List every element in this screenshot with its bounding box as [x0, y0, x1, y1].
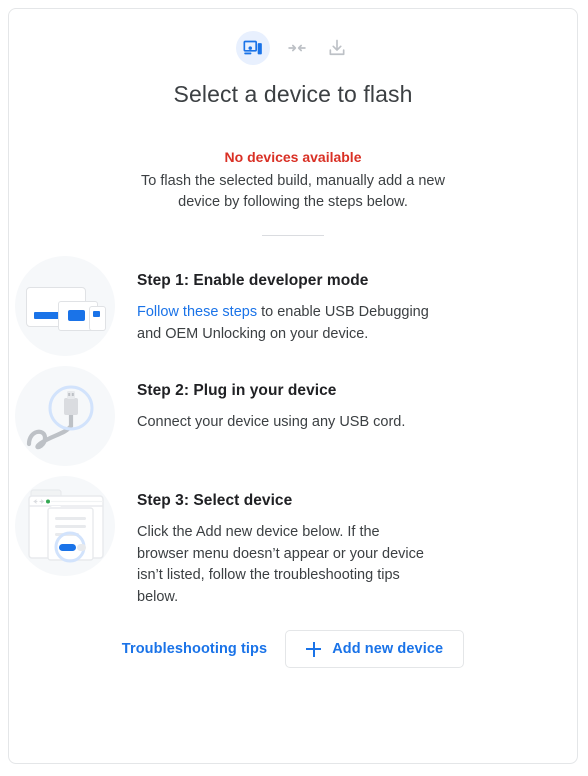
step-text-3: Click the Add new device below. If the b…: [137, 524, 424, 605]
step-body-1: Step 1: Enable developer mode Follow the…: [137, 256, 555, 345]
add-new-device-label: Add new device: [332, 641, 444, 657]
phone-shape: [89, 306, 106, 331]
connect-arrows-icon: [284, 35, 310, 61]
step-title-2: Step 2: Plug in your device: [137, 382, 337, 399]
status-block: No devices available To flash the select…: [9, 147, 577, 213]
step-title-3: Step 3: Select device: [137, 492, 293, 509]
devices-illustration: [15, 256, 115, 356]
step-body-2: Step 2: Plug in your device Connect your…: [137, 366, 555, 434]
card-footer: Troubleshooting tips Add new device: [9, 630, 577, 668]
step-item-2: Step 2: Plug in your device Connect your…: [9, 366, 577, 466]
add-new-device-button[interactable]: Add new device: [285, 630, 465, 668]
status-description: To flash the selected build, manually ad…: [141, 173, 445, 210]
plus-icon: [306, 641, 322, 657]
step-item-3: Step 3: Select device Click the Add new …: [9, 476, 577, 608]
steps-list: Step 1: Enable developer mode Follow the…: [9, 256, 577, 608]
browser-dialog-illustration: [15, 476, 115, 576]
step-text-2: Connect your device using any USB cord.: [137, 414, 406, 430]
step-item-1: Step 1: Enable developer mode Follow the…: [9, 256, 577, 356]
troubleshooting-tips-link[interactable]: Troubleshooting tips: [122, 641, 267, 657]
flash-device-card: Select a device to flash No devices avai…: [8, 8, 578, 764]
devices-icon: [236, 31, 270, 65]
section-divider: [262, 235, 324, 236]
usb-cable-illustration: [15, 366, 115, 466]
step-body-3: Step 3: Select device Click the Add new …: [137, 476, 555, 608]
follow-these-steps-link[interactable]: Follow these steps: [137, 304, 257, 320]
step-text-1: Follow these steps to enable USB Debuggi…: [137, 302, 429, 345]
download-icon: [324, 35, 350, 61]
phone-bar: [93, 311, 100, 317]
step-title-1: Step 1: Enable developer mode: [137, 272, 369, 289]
status-badge: No devices available: [224, 149, 362, 165]
progress-icon-row: [9, 9, 577, 65]
page-title: Select a device to flash: [173, 81, 413, 107]
tablet-bar: [68, 310, 85, 321]
